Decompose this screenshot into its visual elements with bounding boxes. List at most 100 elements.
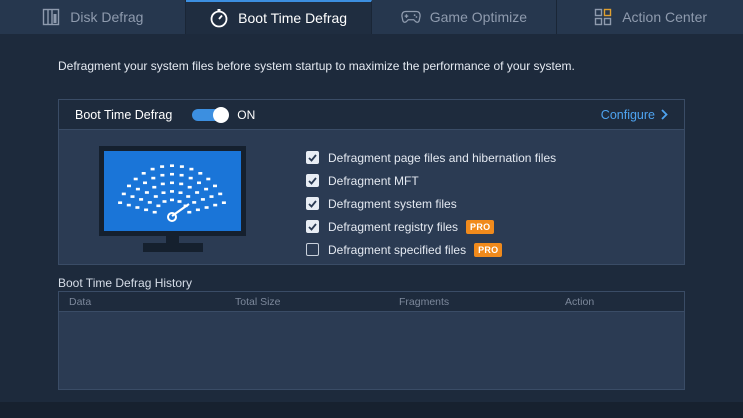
gauge-dot: [189, 167, 194, 171]
checkbox-checked[interactable]: [306, 151, 319, 164]
option-label: Defragment system files: [328, 196, 457, 211]
option-system-files[interactable]: Defragment system files: [306, 192, 556, 215]
gauge-dot: [121, 192, 126, 196]
column-header-total-size[interactable]: Total Size: [235, 296, 281, 308]
gauge-dot: [152, 210, 157, 214]
gauge-dot: [160, 165, 165, 168]
gauge-dot: [177, 200, 182, 203]
gauge-dot: [186, 195, 191, 198]
gauge-dot: [218, 192, 223, 196]
monitor-icon: [99, 146, 246, 252]
option-label: Defragment registry files: [328, 219, 459, 234]
boot-time-defrag-panel: Boot Time Defrag ON Configure Defragment…: [58, 99, 685, 265]
pro-badge: PRO: [466, 219, 495, 234]
gauge-dot: [133, 177, 138, 181]
gauge-dot: [197, 181, 201, 185]
option-specified-files[interactable]: Defragment specified files PRO: [306, 238, 556, 261]
gauge-dot: [188, 176, 193, 180]
option-label: Defragment specified files: [328, 242, 467, 257]
column-header-action[interactable]: Action: [565, 296, 594, 308]
gamepad-icon: [401, 7, 421, 27]
gauge-dot: [118, 201, 123, 204]
gauge-dot: [204, 187, 209, 191]
checkbox-checked[interactable]: [306, 197, 319, 210]
gauge-dot: [198, 172, 203, 175]
gauge-dot: [195, 191, 200, 194]
gauge-dot: [187, 185, 192, 189]
action-center-icon: [593, 7, 613, 27]
pro-badge: PRO: [474, 242, 503, 257]
bottom-bar: [0, 402, 743, 418]
gauge-dot: [152, 185, 157, 189]
monitor-illustration: [99, 146, 246, 259]
gauge-dot: [178, 191, 183, 194]
toggle-knob: [213, 106, 230, 123]
gauge-dot: [204, 206, 209, 209]
gauge-dot: [170, 164, 174, 167]
column-header-fragments[interactable]: Fragments: [399, 296, 449, 308]
tab-boot-time-defrag[interactable]: Boot Time Defrag: [185, 0, 372, 34]
gauge-dot: [126, 203, 131, 207]
gauge-dot: [160, 182, 165, 186]
gauge-dot: [192, 201, 197, 204]
option-label: Defragment page files and hibernation fi…: [328, 150, 557, 165]
gauge-dot: [144, 208, 149, 212]
configure-link[interactable]: Configure: [601, 108, 668, 122]
defrag-options-list: Defragment page files and hibernation fi…: [306, 146, 556, 261]
checkbox-checked[interactable]: [306, 220, 319, 233]
chevron-right-icon: [661, 109, 668, 120]
gauge-dot: [209, 195, 214, 198]
tab-game-optimize[interactable]: Game Optimize: [372, 0, 558, 34]
gauge-dot: [144, 191, 149, 194]
tab-label: Boot Time Defrag: [238, 10, 348, 26]
panel-title: Boot Time Defrag: [75, 107, 173, 122]
gauge-dot: [187, 210, 192, 214]
gauge-dot: [147, 201, 152, 204]
page-description: Defragment your system files before syst…: [58, 59, 575, 73]
gauge-dot: [170, 190, 174, 193]
tab-action-center[interactable]: Action Center: [557, 0, 743, 34]
gauge-dot: [130, 195, 135, 198]
configure-label: Configure: [600, 107, 655, 122]
option-registry-files[interactable]: Defragment registry files PRO: [306, 215, 556, 238]
tab-disk-defrag[interactable]: Disk Defrag: [0, 0, 186, 34]
gauge-dot: [213, 184, 217, 188]
gauge-dot: [139, 198, 144, 201]
option-mft[interactable]: Defragment MFT: [306, 169, 556, 192]
option-label: Defragment MFT: [328, 173, 419, 188]
gauge-dot: [170, 172, 174, 176]
history-table: Data Total Size Fragments Action: [58, 291, 685, 390]
gauge-dot: [221, 201, 226, 204]
gauge-dot: [206, 177, 211, 181]
tab-label: Disk Defrag: [70, 9, 144, 25]
disk-defrag-icon: [41, 7, 61, 27]
option-page-files[interactable]: Defragment page files and hibernation fi…: [306, 146, 556, 169]
gauge-dot: [179, 182, 184, 186]
panel-header: Boot Time Defrag ON Configure: [59, 100, 684, 130]
gauge-dot: [135, 206, 140, 209]
toggle-state-label: ON: [237, 107, 256, 122]
gauge-dot: [151, 176, 156, 180]
checkbox-unchecked[interactable]: [306, 243, 319, 256]
column-header-data[interactable]: Data: [69, 296, 91, 308]
gauge-dot: [179, 173, 184, 177]
boot-defrag-toggle[interactable]: [192, 106, 230, 123]
gauge-dot: [150, 167, 155, 171]
gauge-dot: [160, 173, 165, 177]
history-title: Boot Time Defrag History: [58, 276, 193, 290]
gauge-dot: [170, 198, 174, 202]
gauge-dot: [127, 184, 131, 188]
tab-label: Game Optimize: [429, 9, 527, 25]
gauge-dot: [195, 208, 200, 212]
gauge-dot: [135, 187, 140, 191]
gauge-dot: [141, 172, 146, 175]
gauge-dot: [170, 181, 174, 185]
gauge-dot: [200, 198, 205, 201]
history-table-header: Data Total Size Fragments Action: [59, 292, 684, 312]
checkbox-checked[interactable]: [306, 174, 319, 187]
gauge-dot: [161, 191, 166, 194]
gauge-dot: [143, 181, 147, 185]
gauge-dot: [153, 195, 158, 198]
tab-label: Action Center: [622, 9, 708, 25]
gauge-dot: [179, 165, 184, 168]
